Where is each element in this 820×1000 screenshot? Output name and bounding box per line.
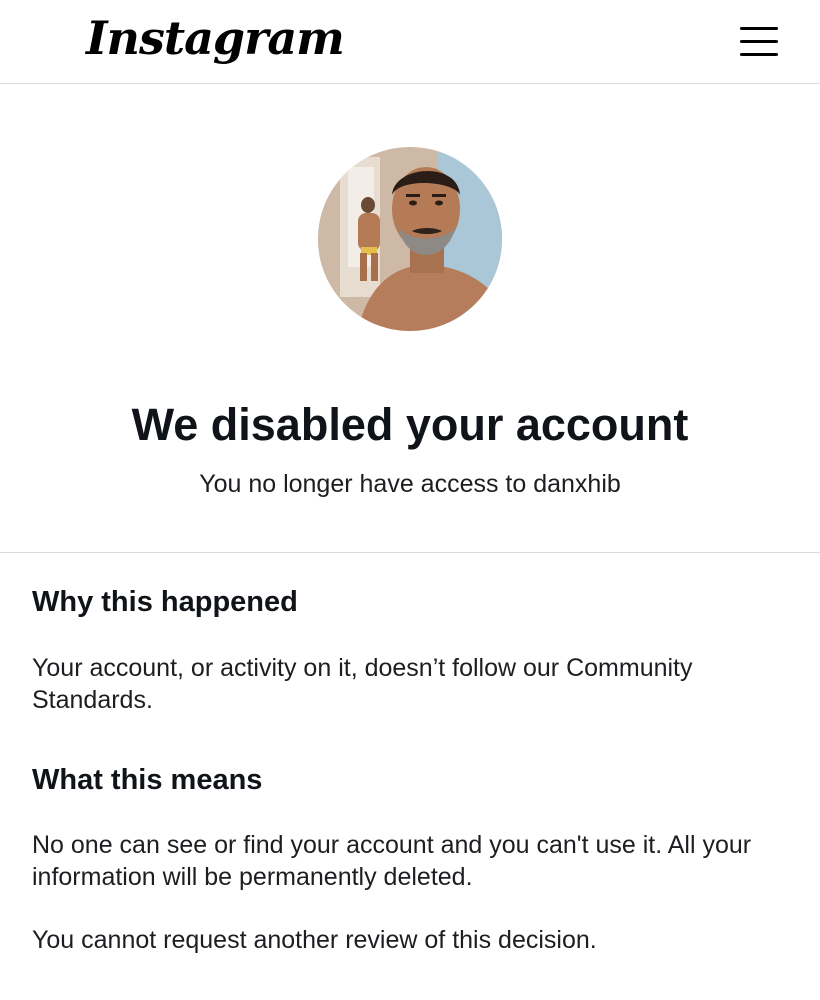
menu-bar-line [740,27,778,30]
menu-bar-line [740,53,778,56]
menu-bar-line [740,40,778,43]
page-title: We disabled your account [131,399,689,450]
why-heading: Why this happened [32,586,298,618]
account-status-section: We disabled your account You no longer h… [0,85,820,553]
means-heading: What this means [32,764,263,796]
profile-avatar [318,147,502,331]
means-text: No one can see or find your account and … [32,831,752,891]
top-bar: Instagram [0,0,820,84]
review-note: You cannot request another review of thi… [32,926,597,954]
instagram-logo[interactable]: Instagram [86,8,345,68]
page-subtitle: You no longer have access to danxhib [199,470,621,498]
hamburger-menu-icon[interactable] [738,24,780,60]
why-text: Your account, or activity on it, doesn’t… [32,654,693,714]
